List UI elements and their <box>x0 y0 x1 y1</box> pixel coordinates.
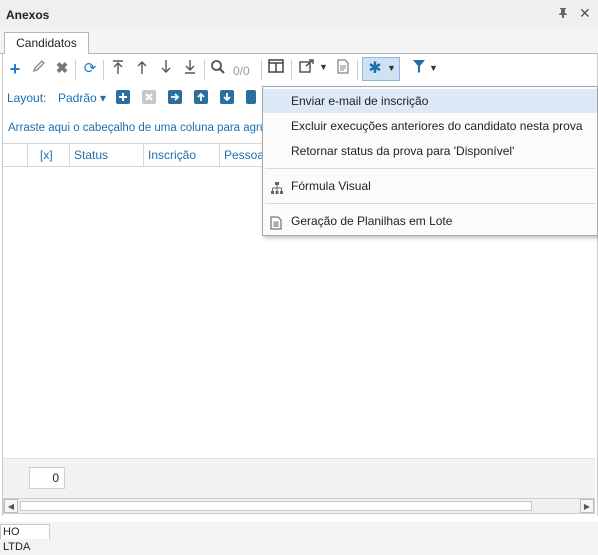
grid-footer: 0 <box>3 458 595 499</box>
filter-dropdown-icon[interactable]: ▼ <box>429 63 438 73</box>
menu-separator <box>265 168 595 169</box>
gear-dropdown-icon[interactable]: ▼ <box>387 63 396 73</box>
filter-icon[interactable] <box>409 59 429 79</box>
move-up-icon[interactable] <box>132 59 152 79</box>
layout-select-value: Padrão <box>58 91 97 105</box>
add-icon[interactable]: + <box>5 59 25 79</box>
layout-delete-icon[interactable] <box>142 90 156 104</box>
menu-item-geracao-planilhas[interactable]: Geração de Planilhas em Lote <box>263 209 597 233</box>
search-icon[interactable] <box>208 59 228 79</box>
layout-add-icon[interactable] <box>116 90 130 104</box>
menu-item-enviar-email[interactable]: Enviar e-mail de inscrição <box>263 89 597 113</box>
scroll-right-icon[interactable]: ▶ <box>580 499 594 513</box>
menu-item-label: Excluir execuções anteriores do candidat… <box>291 119 583 133</box>
main-toolbar: + ✖ ⟳ 0/0 ▼ ✱ ▼ ▼ <box>3 56 595 84</box>
scroll-thumb[interactable] <box>20 501 532 511</box>
hierarchy-icon <box>270 179 284 194</box>
scroll-left-icon[interactable]: ◀ <box>4 499 18 513</box>
move-top-icon[interactable] <box>108 59 128 79</box>
move-down-icon[interactable] <box>156 59 176 79</box>
menu-item-excluir-execucoes[interactable]: Excluir execuções anteriores do candidat… <box>263 114 597 138</box>
layout-upload-icon[interactable] <box>194 90 208 104</box>
spreadsheet-icon <box>270 214 284 230</box>
menu-separator <box>265 203 595 204</box>
layout-save-icon[interactable] <box>168 90 182 104</box>
menu-item-label: Enviar e-mail de inscrição <box>291 94 429 108</box>
edit-icon[interactable] <box>29 59 49 79</box>
close-icon[interactable]: ✕ <box>579 5 591 22</box>
menu-item-label: Geração de Planilhas em Lote <box>291 214 453 228</box>
export-dropdown-icon[interactable]: ▼ <box>319 62 328 72</box>
layout-paint-icon[interactable] <box>246 90 256 104</box>
delete-icon[interactable]: ✖ <box>52 59 72 79</box>
layout-select[interactable]: Padrão ▾ <box>58 91 106 105</box>
layout-label: Layout: <box>7 91 47 105</box>
horizontal-scrollbar[interactable]: ◀ ▶ <box>3 498 595 514</box>
columns-icon[interactable] <box>266 59 286 79</box>
column-header-select[interactable]: [x] <box>27 144 69 166</box>
row-count: 0 <box>29 467 65 489</box>
panel-titlebar <box>0 0 598 29</box>
export-icon[interactable] <box>297 59 317 79</box>
report-icon[interactable] <box>333 59 353 79</box>
layout-download-icon[interactable] <box>220 90 234 104</box>
group-by-hint: Arraste aqui o cabeçalho de uma coluna p… <box>8 122 280 134</box>
move-bottom-icon[interactable] <box>180 59 200 79</box>
gear-context-menu: Enviar e-mail de inscrição Excluir execu… <box>262 86 598 236</box>
menu-item-formula-visual[interactable]: Fórmula Visual <box>263 174 597 198</box>
pin-icon[interactable] <box>558 7 568 22</box>
menu-item-label: Fórmula Visual <box>291 179 371 193</box>
panel-title: Anexos <box>6 8 50 22</box>
column-header-status[interactable]: Status <box>69 144 143 166</box>
bottom-tab[interactable]: HO LTDA <box>0 524 50 553</box>
gear-icon[interactable]: ✱ <box>365 59 385 79</box>
refresh-icon[interactable]: ⟳ <box>80 59 100 79</box>
menu-item-retornar-status[interactable]: Retornar status da prova para 'Disponíve… <box>263 139 597 163</box>
menu-item-label: Retornar status da prova para 'Disponíve… <box>291 144 515 158</box>
column-header-inscricao[interactable]: Inscrição <box>143 144 219 166</box>
tab-candidatos[interactable]: Candidatos <box>4 32 89 55</box>
record-counter: 0/0 <box>233 64 250 78</box>
tab-strip <box>0 28 598 54</box>
column-header-indicator[interactable] <box>3 144 27 166</box>
